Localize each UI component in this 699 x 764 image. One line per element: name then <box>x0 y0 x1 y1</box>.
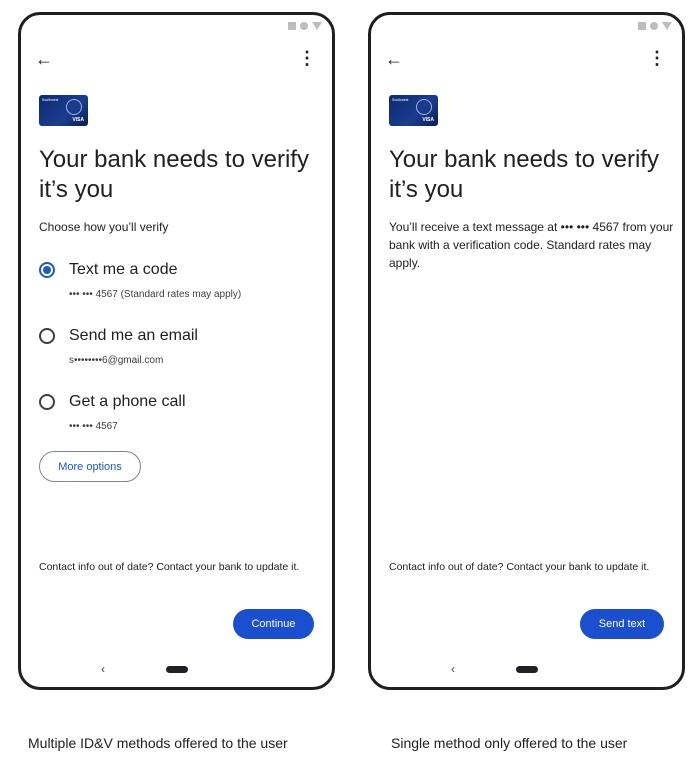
radio[interactable] <box>39 394 55 410</box>
status-bar <box>288 22 322 30</box>
option-detail: ••• ••• 4567 (Standard rates may apply) <box>69 289 242 300</box>
option-email[interactable]: Send me an email s••••••••6@gmail.com <box>39 327 198 366</box>
home-pill[interactable] <box>166 666 188 673</box>
page-title: Your bank needs to verify it’s you <box>389 146 659 203</box>
caption-right: Single method only offered to the user <box>391 735 628 751</box>
phone-single-method: ← ⋮ VISA Southwest Your bank needs to ver… <box>368 12 685 690</box>
contact-info-text: Contact info out of date? Contact your b… <box>389 561 650 573</box>
circle-icon <box>300 22 308 30</box>
option-label: Text me a code <box>69 261 178 278</box>
square-icon <box>638 22 646 30</box>
continue-button[interactable]: Continue <box>233 609 314 639</box>
nav-back-icon[interactable]: ‹ <box>101 662 105 676</box>
phone-multiple-methods: ← ⋮ VISA Southwest Your bank needs to ver… <box>18 12 335 690</box>
body-text: You’ll receive a text message at ••• •••… <box>389 220 674 270</box>
triangle-icon <box>662 22 672 30</box>
card-image: VISA Southwest <box>389 95 438 126</box>
more-vert-icon[interactable]: ⋮ <box>648 49 666 67</box>
option-text[interactable]: Text me a code ••• ••• 4567 (Standard ra… <box>39 261 241 300</box>
back-arrow-icon[interactable]: ← <box>35 49 53 70</box>
option-detail: s••••••••6@gmail.com <box>69 355 164 366</box>
option-call[interactable]: Get a phone call ••• ••• 4567 <box>39 393 186 432</box>
square-icon <box>288 22 296 30</box>
triangle-icon <box>312 22 322 30</box>
option-label: Get a phone call <box>69 393 186 410</box>
send-text-button[interactable]: Send text <box>580 609 664 639</box>
card-image: VISA Southwest <box>39 95 88 126</box>
page-title: Your bank needs to verify it’s you <box>39 146 309 203</box>
more-vert-icon[interactable]: ⋮ <box>298 49 316 67</box>
subtitle: Choose how you’ll verify <box>39 220 169 234</box>
home-pill[interactable] <box>516 666 538 673</box>
option-label: Send me an email <box>69 327 198 344</box>
back-arrow-icon[interactable]: ← <box>385 49 403 70</box>
status-bar <box>638 22 672 30</box>
radio[interactable] <box>39 328 55 344</box>
nav-back-icon[interactable]: ‹ <box>451 662 455 676</box>
option-detail: ••• ••• 4567 <box>69 421 118 432</box>
contact-info-text: Contact info out of date? Contact your b… <box>39 561 300 573</box>
radio-selected[interactable] <box>39 262 55 278</box>
caption-left: Multiple ID&V methods offered to the use… <box>28 735 288 751</box>
more-options-button[interactable]: More options <box>39 451 141 482</box>
circle-icon <box>650 22 658 30</box>
